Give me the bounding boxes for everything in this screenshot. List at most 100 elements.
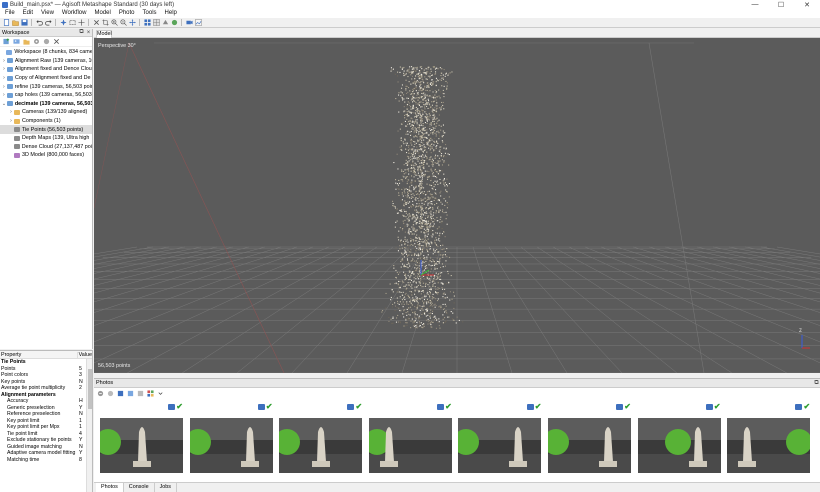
float-panel-icon[interactable]: ⧉ — [813, 380, 820, 387]
menu-help[interactable]: Help — [161, 9, 181, 18]
property-row[interactable]: Matching time 8 — [0, 457, 92, 464]
menu-photo[interactable]: Photo — [115, 9, 139, 18]
photo-thumbnail[interactable]: ✔ — [727, 401, 811, 477]
tree-item-chunk[interactable]: › Alignment fixed and Dence Cloud — [0, 65, 92, 74]
property-row[interactable]: Exclude stationary tie points Y — [0, 437, 92, 444]
scrollbar-thumb[interactable] — [88, 369, 92, 409]
property-row[interactable]: Key points N — [0, 379, 92, 386]
tree-expander-icon[interactable]: › — [1, 84, 7, 90]
property-row[interactable]: Point colors 3 — [0, 372, 92, 379]
tree-item-chunk[interactable]: ⌄ decimate (139 cameras, 56,503 — [0, 100, 92, 109]
remove-photo-icon[interactable] — [96, 390, 104, 398]
tree-expander-icon[interactable]: › — [1, 58, 7, 64]
menu-workflow[interactable]: Workflow — [58, 9, 91, 18]
tree-item-dense-cloud[interactable]: Dense Cloud (27,137,487 poin — [0, 143, 92, 152]
rotate-left-icon[interactable] — [106, 390, 114, 398]
tree-expander-icon[interactable]: › — [1, 66, 7, 72]
photo-thumbnail[interactable]: ✔ — [458, 401, 542, 477]
mask-icon[interactable] — [136, 390, 144, 398]
maximize-button[interactable]: ☐ — [768, 0, 794, 9]
add-photos-icon[interactable] — [12, 38, 20, 46]
menu-edit[interactable]: Edit — [19, 9, 37, 18]
tree-item-chunk[interactable]: › Alignment Raw (139 cameras, 10 — [0, 57, 92, 66]
model-shaded-icon[interactable] — [161, 19, 169, 27]
tie-point — [429, 141, 431, 143]
close-button[interactable]: ✕ — [794, 0, 820, 9]
remove-item-icon[interactable] — [52, 38, 60, 46]
property-row[interactable]: Points 5 — [0, 366, 92, 373]
photo-thumbnail[interactable]: ✔ — [100, 401, 183, 477]
open-folder-icon[interactable] — [11, 19, 19, 27]
property-row[interactable]: Generic preselection Y — [0, 405, 92, 412]
property-row[interactable]: Reference preselection N — [0, 411, 92, 418]
menu-view[interactable]: View — [37, 9, 58, 18]
tie-point — [431, 161, 433, 163]
tie-point — [407, 303, 409, 305]
property-scrollbar[interactable] — [86, 359, 92, 492]
tie-point — [421, 207, 423, 209]
property-row[interactable]: Tie point limit 4 — [0, 431, 92, 438]
tree-item-depth-maps[interactable]: Depth Maps (139, Ultra high — [0, 134, 92, 143]
tree-item-folder[interactable]: › Cameras (139/139 aligned) — [0, 108, 92, 117]
disable-icon[interactable] — [42, 38, 50, 46]
rectangle-select-icon[interactable] — [68, 19, 76, 27]
photo-thumbnail[interactable]: ✔ — [637, 401, 721, 477]
menu-file[interactable]: File — [1, 9, 19, 18]
crop-selection-icon[interactable] — [101, 19, 109, 27]
save-icon[interactable] — [20, 19, 28, 27]
property-row[interactable]: Adaptive camera model fitting Y — [0, 450, 92, 457]
tree-item-chunk[interactable]: › refine (139 cameras, 56,503 point — [0, 82, 92, 91]
texture-icon[interactable] — [170, 19, 178, 27]
undo-icon[interactable] — [35, 19, 43, 27]
tab-jobs[interactable]: Jobs — [155, 483, 177, 492]
photo-thumbnail[interactable]: ✔ — [279, 401, 363, 477]
close-panel-icon[interactable]: × — [85, 30, 92, 36]
add-folder-icon[interactable] — [22, 38, 30, 46]
property-row[interactable]: Key point limit 1 — [0, 418, 92, 425]
add-chunk-icon[interactable] — [2, 38, 10, 46]
property-row[interactable]: Average tie point multiplicity 2 — [0, 385, 92, 392]
model-viewport[interactable]: z Perspective 30° 56,503 points — [94, 38, 820, 373]
point-cloud-scene[interactable]: z — [94, 38, 820, 373]
tree-item-folder[interactable]: › Components (1) — [0, 117, 92, 126]
tree-item-chunk[interactable]: › Copy of Alignment fixed and De — [0, 74, 92, 83]
minimize-button[interactable]: — — [742, 0, 768, 9]
menu-model[interactable]: Model — [90, 9, 114, 18]
navigation-icon[interactable] — [59, 19, 67, 27]
tie-point — [435, 124, 437, 126]
tab-model[interactable]: Model — [96, 30, 112, 38]
view-dropdown-chevron-down-icon[interactable] — [156, 390, 164, 398]
tie-point — [426, 151, 428, 153]
redo-icon[interactable] — [44, 19, 52, 27]
dense-cloud-view-icon[interactable] — [152, 19, 160, 27]
property-row[interactable]: Key point limit per Mpx 1 — [0, 424, 92, 431]
tree-item-chunk[interactable]: › cap holes (139 cameras, 56,503 p — [0, 91, 92, 100]
tie-point — [415, 75, 417, 77]
move-object-icon[interactable] — [77, 19, 85, 27]
new-project-icon[interactable] — [2, 19, 10, 27]
reset-view-icon[interactable] — [128, 19, 136, 27]
settings-icon[interactable] — [32, 38, 40, 46]
tree-item-model[interactable]: 3D Model (800,000 faces) — [0, 151, 92, 160]
property-row[interactable]: Guided image matching N — [0, 444, 92, 451]
filter-by-marker-icon[interactable] — [126, 390, 134, 398]
photo-thumbnail[interactable]: ✔ — [368, 401, 452, 477]
tree-expander-icon[interactable]: › — [1, 92, 7, 98]
reset-filter-icon[interactable] — [116, 390, 124, 398]
tab-console[interactable]: Console — [124, 483, 155, 492]
zoom-in-icon[interactable] — [110, 19, 118, 27]
float-panel-icon[interactable]: ⧉ — [78, 29, 85, 36]
tree-item-workspace[interactable]: Workspace (8 chunks, 834 cameras) — [0, 48, 92, 57]
tab-photos[interactable]: Photos — [96, 483, 124, 492]
show-cameras-icon[interactable] — [185, 19, 193, 27]
property-row[interactable]: Accuracy H — [0, 398, 92, 405]
tree-item-tie-points[interactable]: Tie Points (56,503 points) — [0, 125, 92, 134]
view-mode-icon[interactable] — [143, 19, 151, 27]
delete-selection-icon[interactable] — [92, 19, 100, 27]
photo-thumbnail[interactable]: ✔ — [189, 401, 273, 477]
menu-tools[interactable]: Tools — [139, 9, 161, 18]
view-details-icon[interactable] — [146, 390, 154, 398]
show-markers-icon[interactable] — [194, 19, 202, 27]
zoom-out-icon[interactable] — [119, 19, 127, 27]
photo-thumbnail[interactable]: ✔ — [548, 401, 631, 477]
